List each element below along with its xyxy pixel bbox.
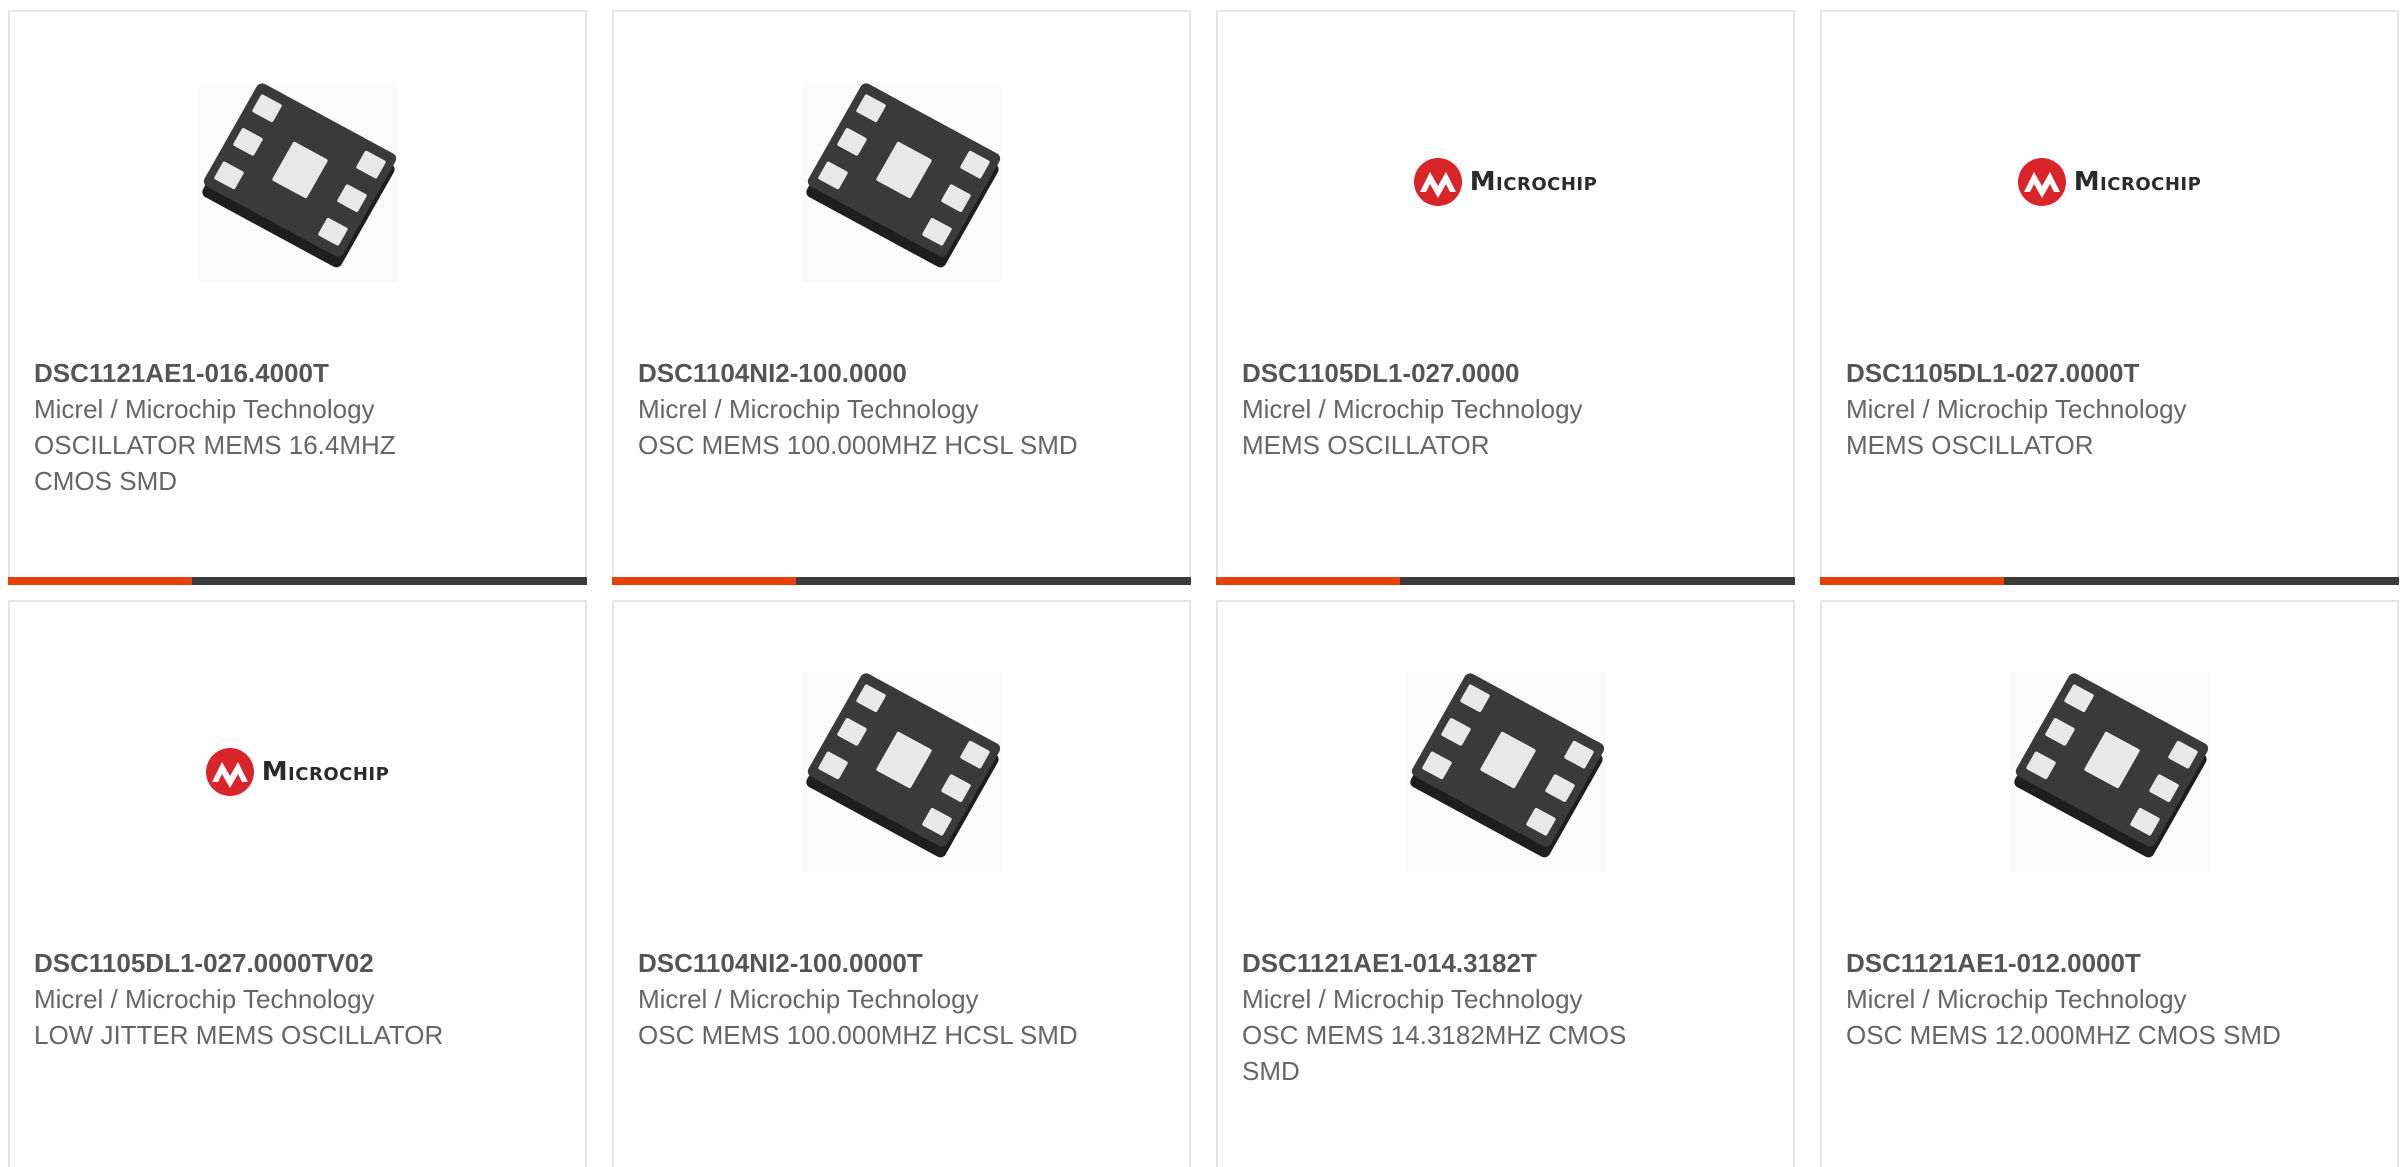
product-description: OSC MEMS 14.3182MHZ CMOS SMD [1242,1020,1627,1086]
product-image[interactable] [614,77,1189,287]
product-info: DSC1121AE1-016.4000T Micrel / Microchip … [34,355,474,499]
manufacturer-name: Micrel / Microchip Technology [34,984,375,1014]
product-image[interactable] [1218,667,1793,877]
microchip-logo: Microchip [205,748,390,796]
product-description: OSC MEMS 100.000MHZ HCSL SMD [638,1020,1078,1050]
part-number[interactable]: DSC1104NI2-100.0000T [638,945,1078,981]
part-number[interactable]: DSC1105DL1-027.0000TV02 [34,945,474,981]
manufacturer-name: Micrel / Microchip Technology [34,394,375,424]
manufacturer-name: Micrel / Microchip Technology [638,984,979,1014]
manufacturer-name: Micrel / Microchip Technology [1242,984,1583,1014]
product-image[interactable] [614,667,1189,877]
product-info: DSC1105DL1-027.0000TV02 Micrel / Microch… [34,945,474,1053]
part-number[interactable]: DSC1105DL1-027.0000 [1242,355,1682,391]
microchip-logo-text: Microchip [261,757,390,787]
microchip-logo: Microchip [1413,158,1598,206]
card-bottom-bar [1216,577,1795,585]
product-image[interactable]: Microchip [1822,77,2397,287]
product-description: LOW JITTER MEMS OSCILLATOR [34,1020,444,1050]
chip-package-image [1405,671,1606,872]
microchip-logo-mark-icon [205,748,254,796]
product-info: DSC1104NI2-100.0000T Micrel / Microchip … [638,945,1078,1053]
chip-package-image [2009,671,2210,872]
chip-package-image [197,81,398,282]
product-description: OSCILLATOR MEMS 16.4MHZ CMOS SMD [34,430,396,496]
microchip-logo: Microchip [2017,158,2202,206]
product-card[interactable]: DSC1104NI2-100.0000T Micrel / Microchip … [612,600,1191,1167]
product-card[interactable]: DSC1121AE1-014.3182T Micrel / Microchip … [1216,600,1795,1167]
product-card[interactable]: Microchip DSC1105DL1-027.0000 Micrel / M… [1216,10,1795,585]
part-number[interactable]: DSC1121AE1-016.4000T [34,355,474,391]
product-card[interactable]: Microchip DSC1105DL1-027.0000TV02 Micrel… [8,600,587,1167]
product-info: DSC1104NI2-100.0000 Micrel / Microchip T… [638,355,1078,463]
product-description: MEMS OSCILLATOR [1242,430,1490,460]
product-card[interactable]: DSC1121AE1-016.4000T Micrel / Microchip … [8,10,587,585]
microchip-logo-text: Microchip [1469,167,1598,197]
microchip-logo-text: Microchip [2073,167,2202,197]
card-bottom-bar [612,577,1191,585]
product-image[interactable] [1822,667,2397,877]
part-number[interactable]: DSC1105DL1-027.0000T [1846,355,2286,391]
product-info: DSC1105DL1-027.0000T Micrel / Microchip … [1846,355,2286,463]
part-number[interactable]: DSC1104NI2-100.0000 [638,355,1078,391]
manufacturer-name: Micrel / Microchip Technology [1846,394,2187,424]
product-image[interactable]: Microchip [1218,77,1793,287]
manufacturer-name: Micrel / Microchip Technology [1846,984,2187,1014]
product-info: DSC1121AE1-014.3182T Micrel / Microchip … [1242,945,1682,1089]
product-description: OSC MEMS 12.000MHZ CMOS SMD [1846,1020,2281,1050]
part-number[interactable]: DSC1121AE1-014.3182T [1242,945,1682,981]
chip-package-image [801,81,1002,282]
product-description: MEMS OSCILLATOR [1846,430,2094,460]
product-info: DSC1105DL1-027.0000 Micrel / Microchip T… [1242,355,1682,463]
product-card[interactable]: DSC1121AE1-012.0000T Micrel / Microchip … [1820,600,2399,1167]
product-description: OSC MEMS 100.000MHZ HCSL SMD [638,430,1078,460]
part-number[interactable]: DSC1121AE1-012.0000T [1846,945,2286,981]
product-card[interactable]: DSC1104NI2-100.0000 Micrel / Microchip T… [612,10,1191,585]
product-image[interactable] [10,77,585,287]
manufacturer-name: Micrel / Microchip Technology [1242,394,1583,424]
manufacturer-name: Micrel / Microchip Technology [638,394,979,424]
product-info: DSC1121AE1-012.0000T Micrel / Microchip … [1846,945,2286,1053]
microchip-logo-mark-icon [2017,158,2066,206]
microchip-logo-mark-icon [1413,158,1462,206]
chip-package-image [801,671,1002,872]
card-bottom-bar [8,577,587,585]
card-bottom-bar [1820,577,2399,585]
product-card[interactable]: Microchip DSC1105DL1-027.0000T Micrel / … [1820,10,2399,585]
product-grid: DSC1121AE1-016.4000T Micrel / Microchip … [0,0,2400,1167]
product-image[interactable]: Microchip [10,667,585,877]
